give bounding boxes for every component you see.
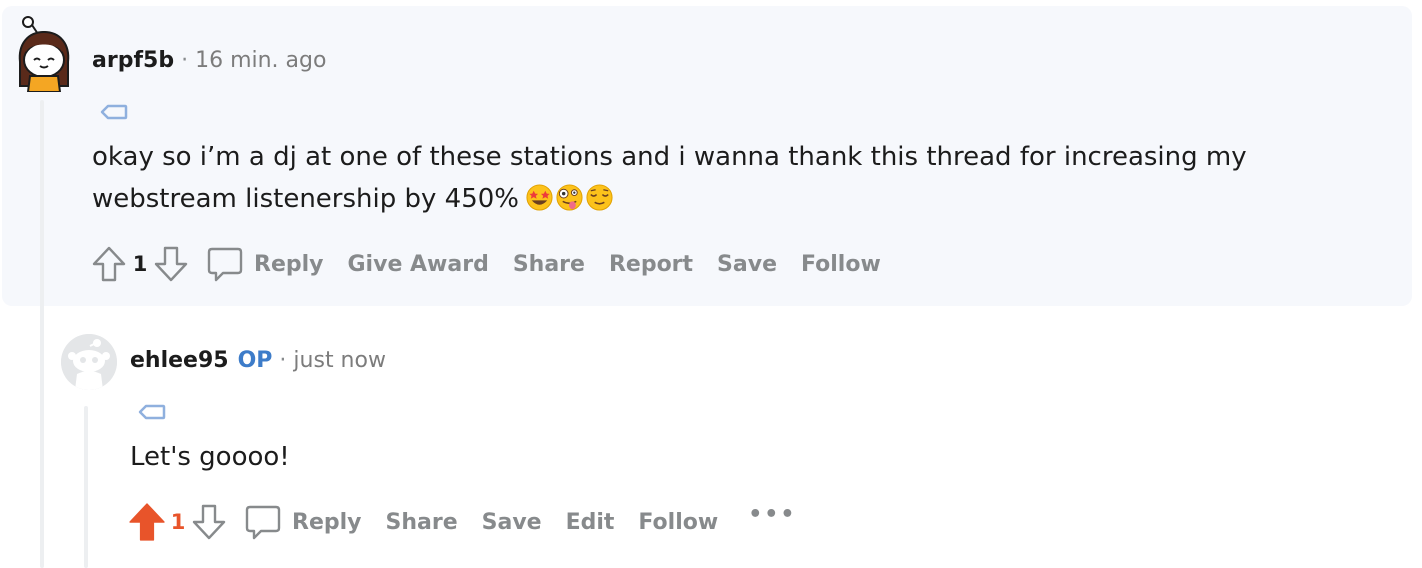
comment-actions: 1 Reply Share Save Edit Follow •••	[128, 502, 796, 542]
reply-icon-button[interactable]	[242, 502, 284, 542]
downvote-arrow-icon	[154, 246, 188, 282]
op-badge: OP	[237, 348, 273, 373]
vote-score: 1	[132, 252, 148, 276]
zany-face-emoji	[556, 184, 583, 211]
thread-line[interactable]	[84, 406, 88, 568]
reply-button[interactable]: Reply	[284, 510, 374, 535]
reply-icon-button[interactable]	[204, 244, 246, 284]
reply-button[interactable]: Reply	[246, 252, 336, 277]
relieved-face-emoji	[586, 184, 613, 211]
snoo-avatar-icon	[18, 16, 70, 93]
flair-tag-icon[interactable]	[100, 104, 128, 120]
thread-line[interactable]	[40, 100, 44, 568]
save-button[interactable]: Save	[705, 252, 789, 277]
more-options-icon[interactable]: •••	[748, 502, 796, 527]
downvote-arrow-icon	[192, 504, 226, 540]
upvote-arrow-icon	[92, 246, 126, 282]
report-button[interactable]: Report	[597, 252, 705, 277]
meta-separator: ·	[181, 48, 189, 73]
downvote-button[interactable]	[190, 502, 228, 542]
timestamp-link[interactable]: just now	[293, 348, 386, 373]
comment-text: Let's goooo!	[130, 442, 290, 472]
save-button[interactable]: Save	[470, 510, 554, 535]
comment-text: okay so i’m a dj at one of these station…	[92, 142, 1247, 214]
user-avatar[interactable]	[14, 16, 74, 93]
upvote-button[interactable]	[128, 502, 166, 542]
username-link[interactable]: ehlee95	[130, 348, 229, 373]
emoji-group	[525, 183, 614, 212]
speech-bubble-icon	[245, 505, 281, 540]
comment-body: okay so i’m a dj at one of these station…	[92, 136, 1302, 220]
vote-score: 1	[170, 510, 186, 534]
follow-button[interactable]: Follow	[789, 252, 893, 277]
speech-bubble-icon	[207, 247, 243, 282]
share-button[interactable]: Share	[501, 252, 597, 277]
default-snoo-avatar-icon	[61, 334, 117, 390]
comment-actions: 1 Reply Give Award Share Report Save Fol…	[90, 244, 893, 284]
upvote-arrow-icon	[129, 503, 165, 541]
comment-meta: ehlee95 OP · just now	[130, 348, 386, 373]
username-link[interactable]: arpf5b	[92, 48, 174, 73]
comment-body: Let's goooo!	[130, 436, 290, 478]
flair-tag-icon[interactable]	[138, 404, 166, 420]
meta-separator: ·	[279, 348, 287, 373]
edit-button[interactable]: Edit	[554, 510, 627, 535]
give-award-button[interactable]: Give Award	[336, 252, 501, 277]
user-avatar[interactable]	[61, 334, 117, 390]
comment-meta: arpf5b · 16 min. ago	[92, 48, 326, 73]
downvote-button[interactable]	[152, 244, 190, 284]
share-button[interactable]: Share	[374, 510, 470, 535]
star-struck-emoji	[526, 184, 553, 211]
follow-button[interactable]: Follow	[626, 510, 730, 535]
timestamp-link[interactable]: 16 min. ago	[195, 48, 326, 73]
upvote-button[interactable]	[90, 244, 128, 284]
